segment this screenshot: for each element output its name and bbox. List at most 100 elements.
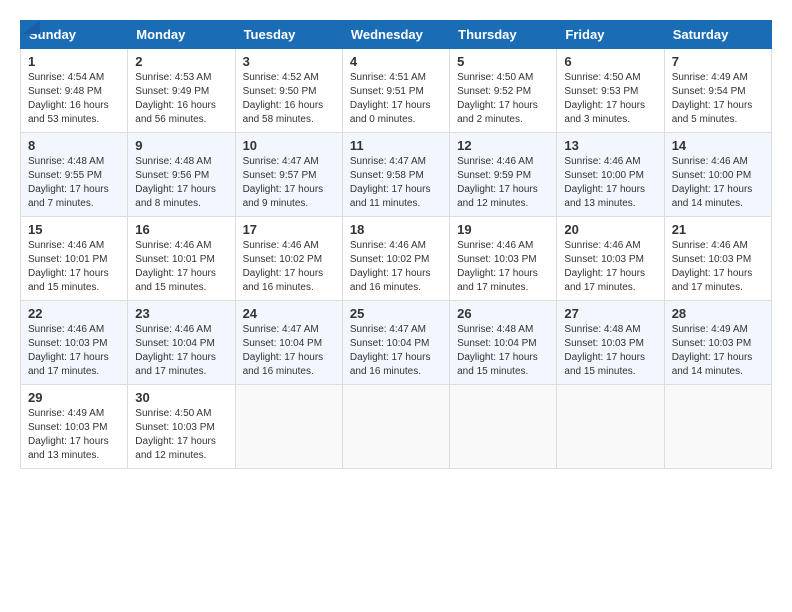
day-number: 19	[457, 222, 549, 237]
weekday-header-saturday: Saturday	[664, 21, 771, 49]
day-info: Sunrise: 4:48 AMSunset: 9:55 PMDaylight:…	[28, 155, 120, 211]
calendar-cell: 19 Sunrise: 4:46 AMSunset: 10:03 PMDaylig…	[450, 217, 557, 301]
calendar-cell: 25 Sunrise: 4:47 AMSunset: 10:04 PMDaylig…	[342, 301, 449, 385]
calendar-cell: 21 Sunrise: 4:46 AMSunset: 10:03 PMDaylig…	[664, 217, 771, 301]
calendar-cell: 5Sunrise: 4:50 AMSunset: 9:52 PMDaylight…	[450, 49, 557, 133]
day-info: Sunrise: 4:52 AMSunset: 9:50 PMDaylight:…	[243, 71, 335, 127]
day-info: Sunrise: 4:46 AMSunset: 10:01 PMDaylight…	[135, 239, 227, 295]
day-number: 3	[243, 54, 335, 69]
day-info: Sunrise: 4:54 AMSunset: 9:48 PMDaylight:…	[28, 71, 120, 127]
day-info: Sunrise: 4:46 AMSunset: 10:03 PMDaylight…	[457, 239, 549, 295]
calendar-cell: 15 Sunrise: 4:46 AMSunset: 10:01 PMDaylig…	[21, 217, 128, 301]
day-number: 7	[672, 54, 764, 69]
day-info: Sunrise: 4:47 AMSunset: 10:04 PMDaylight…	[350, 323, 442, 379]
day-info: Sunrise: 4:51 AMSunset: 9:51 PMDaylight:…	[350, 71, 442, 127]
calendar-cell: 26Sunrise: 4:48 AMSunset: 10:04 PMDaylig…	[450, 301, 557, 385]
calendar-cell: 17 Sunrise: 4:46 AMSunset: 10:02 PMDaylig…	[235, 217, 342, 301]
calendar-cell: 10 Sunrise: 4:47 AMSunset: 9:57 PMDayligh…	[235, 133, 342, 217]
day-info: Sunrise: 4:46 AMSunset: 10:00 PMDaylight…	[564, 155, 656, 211]
day-number: 17	[243, 222, 335, 237]
day-info: Sunrise: 4:46 AMSunset: 10:02 PMDaylight…	[350, 239, 442, 295]
calendar-cell: 23 Sunrise: 4:46 AMSunset: 10:04 PMDaylig…	[128, 301, 235, 385]
calendar-cell: 8 Sunrise: 4:48 AMSunset: 9:55 PMDaylight…	[21, 133, 128, 217]
calendar-cell: 16 Sunrise: 4:46 AMSunset: 10:01 PMDaylig…	[128, 217, 235, 301]
day-number: 24	[243, 306, 335, 321]
calendar-cell: 24 Sunrise: 4:47 AMSunset: 10:04 PMDaylig…	[235, 301, 342, 385]
day-info: Sunrise: 4:48 AMSunset: 9:56 PMDaylight:…	[135, 155, 227, 211]
day-number: 28	[672, 306, 764, 321]
day-info: Sunrise: 4:46 AMSunset: 10:02 PMDaylight…	[243, 239, 335, 295]
day-number: 6	[564, 54, 656, 69]
weekday-header-tuesday: Tuesday	[235, 21, 342, 49]
day-number: 16	[135, 222, 227, 237]
calendar-cell: 28 Sunrise: 4:49 AMSunset: 10:03 PMDaylig…	[664, 301, 771, 385]
day-number: 22	[28, 306, 120, 321]
day-info: Sunrise: 4:46 AMSunset: 10:01 PMDaylight…	[28, 239, 120, 295]
day-info: Sunrise: 4:50 AMSunset: 10:03 PMDaylight…	[135, 407, 227, 463]
calendar-cell	[557, 385, 664, 469]
day-number: 18	[350, 222, 442, 237]
calendar-cell: 6 Sunrise: 4:50 AMSunset: 9:53 PMDaylight…	[557, 49, 664, 133]
day-number: 11	[350, 138, 442, 153]
calendar-table: SundayMondayTuesdayWednesdayThursdayFrid…	[20, 20, 772, 469]
calendar-cell: 4 Sunrise: 4:51 AMSunset: 9:51 PMDaylight…	[342, 49, 449, 133]
day-info: Sunrise: 4:53 AMSunset: 9:49 PMDaylight:…	[135, 71, 227, 127]
calendar-cell: 7Sunrise: 4:49 AMSunset: 9:54 PMDaylight…	[664, 49, 771, 133]
day-info: Sunrise: 4:46 AMSunset: 10:03 PMDaylight…	[564, 239, 656, 295]
day-info: Sunrise: 4:46 AMSunset: 9:59 PMDaylight:…	[457, 155, 549, 211]
day-number: 10	[243, 138, 335, 153]
day-number: 23	[135, 306, 227, 321]
calendar-cell: 20 Sunrise: 4:46 AMSunset: 10:03 PMDaylig…	[557, 217, 664, 301]
day-info: Sunrise: 4:49 AMSunset: 10:03 PMDaylight…	[672, 323, 764, 379]
day-info: Sunrise: 4:47 AMSunset: 10:04 PMDaylight…	[243, 323, 335, 379]
day-number: 25	[350, 306, 442, 321]
weekday-header-friday: Friday	[557, 21, 664, 49]
day-number: 29	[28, 390, 120, 405]
calendar-cell: 12 Sunrise: 4:46 AMSunset: 9:59 PMDayligh…	[450, 133, 557, 217]
day-number: 30	[135, 390, 227, 405]
calendar-cell: 9 Sunrise: 4:48 AMSunset: 9:56 PMDaylight…	[128, 133, 235, 217]
calendar-cell: 13 Sunrise: 4:46 AMSunset: 10:00 PMDaylig…	[557, 133, 664, 217]
day-number: 4	[350, 54, 442, 69]
calendar-week-row: 1Sunrise: 4:54 AMSunset: 9:48 PMDaylight…	[21, 49, 772, 133]
day-number: 21	[672, 222, 764, 237]
calendar-cell: 14Sunrise: 4:46 AMSunset: 10:00 PMDaylig…	[664, 133, 771, 217]
calendar-cell: 29 Sunrise: 4:49 AMSunset: 10:03 PMDaylig…	[21, 385, 128, 469]
calendar-cell: 1Sunrise: 4:54 AMSunset: 9:48 PMDaylight…	[21, 49, 128, 133]
day-number: 26	[457, 306, 549, 321]
weekday-header-thursday: Thursday	[450, 21, 557, 49]
day-info: Sunrise: 4:50 AMSunset: 9:52 PMDaylight:…	[457, 71, 549, 127]
day-number: 12	[457, 138, 549, 153]
calendar-cell: 22Sunrise: 4:46 AMSunset: 10:03 PMDaylig…	[21, 301, 128, 385]
calendar-cell	[450, 385, 557, 469]
day-number: 15	[28, 222, 120, 237]
logo-triangle	[22, 20, 40, 34]
calendar-week-row: 15 Sunrise: 4:46 AMSunset: 10:01 PMDaylig…	[21, 217, 772, 301]
day-number: 9	[135, 138, 227, 153]
calendar-cell: 18 Sunrise: 4:46 AMSunset: 10:02 PMDaylig…	[342, 217, 449, 301]
calendar-cell: 2 Sunrise: 4:53 AMSunset: 9:49 PMDaylight…	[128, 49, 235, 133]
weekday-header-row: SundayMondayTuesdayWednesdayThursdayFrid…	[21, 21, 772, 49]
day-number: 27	[564, 306, 656, 321]
calendar-cell	[235, 385, 342, 469]
day-info: Sunrise: 4:46 AMSunset: 10:03 PMDaylight…	[672, 239, 764, 295]
day-number: 13	[564, 138, 656, 153]
day-info: Sunrise: 4:46 AMSunset: 10:04 PMDaylight…	[135, 323, 227, 379]
calendar-cell: 11Sunrise: 4:47 AMSunset: 9:58 PMDayligh…	[342, 133, 449, 217]
day-number: 2	[135, 54, 227, 69]
day-info: Sunrise: 4:49 AMSunset: 10:03 PMDaylight…	[28, 407, 120, 463]
logo-block	[20, 20, 40, 34]
weekday-header-monday: Monday	[128, 21, 235, 49]
day-number: 8	[28, 138, 120, 153]
calendar-week-row: 29 Sunrise: 4:49 AMSunset: 10:03 PMDaylig…	[21, 385, 772, 469]
day-info: Sunrise: 4:48 AMSunset: 10:03 PMDaylight…	[564, 323, 656, 379]
calendar-week-row: 22Sunrise: 4:46 AMSunset: 10:03 PMDaylig…	[21, 301, 772, 385]
day-info: Sunrise: 4:50 AMSunset: 9:53 PMDaylight:…	[564, 71, 656, 127]
day-info: Sunrise: 4:47 AMSunset: 9:57 PMDaylight:…	[243, 155, 335, 211]
calendar-cell	[664, 385, 771, 469]
day-number: 14	[672, 138, 764, 153]
day-number: 20	[564, 222, 656, 237]
calendar-cell: 30 Sunrise: 4:50 AMSunset: 10:03 PMDaylig…	[128, 385, 235, 469]
calendar-cell: 27 Sunrise: 4:48 AMSunset: 10:03 PMDaylig…	[557, 301, 664, 385]
calendar-cell	[342, 385, 449, 469]
